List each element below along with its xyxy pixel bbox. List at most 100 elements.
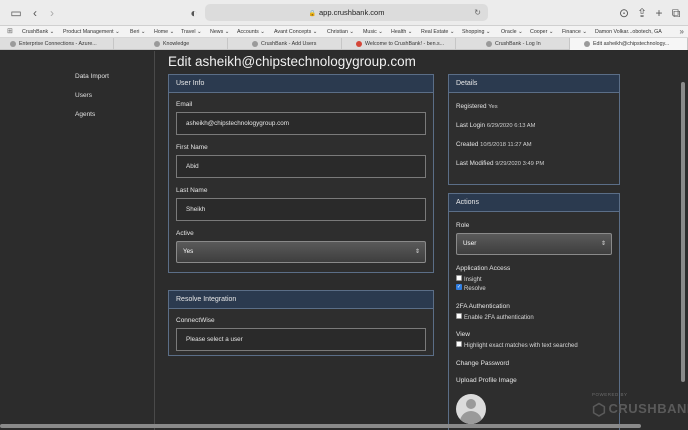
bookmark-real-estate[interactable]: Real Estate ⌄	[421, 27, 454, 37]
sidebar-item-agents[interactable]: Agents	[75, 111, 95, 118]
share-icon[interactable]: ⇪	[635, 6, 649, 20]
bookmark-crushbank[interactable]: CrushBank ⌄	[22, 27, 54, 37]
tab-favicon	[154, 40, 160, 47]
enable-2fa-row[interactable]: Enable 2FA authentication	[456, 313, 534, 322]
user-info-heading: User Info	[169, 75, 433, 93]
upload-profile-image-link[interactable]: Upload Profile Image	[456, 377, 517, 384]
url-text: app.crushbank.com	[319, 8, 385, 17]
active-select-value: Yes	[183, 248, 194, 255]
detail-last-modified: Last Modified 9/29/2020 3:49 PM	[456, 160, 545, 167]
details-heading: Details	[449, 75, 619, 93]
tab-edit-user[interactable]: Edit asheikh@chipstechnology...	[570, 38, 688, 50]
powered-by-text: POWERED BY	[592, 392, 628, 397]
highlight-matches-checkbox[interactable]	[456, 341, 462, 348]
reload-icon[interactable]: ↻	[474, 4, 481, 21]
bookmark-oracle[interactable]: Oracle ⌄	[501, 27, 523, 37]
connectwise-label: ConnectWise	[176, 317, 215, 324]
details-panel: Details Registered Yes Last Login 6/29/2…	[448, 74, 620, 185]
tab-overview-icon[interactable]: ⧉	[669, 6, 683, 20]
sidebar-toggle-icon[interactable]: ▭	[9, 6, 23, 20]
role-select[interactable]: User ⇕	[456, 233, 612, 255]
user-info-panel: User Info Email asheikh@chipstechnologyg…	[168, 74, 434, 273]
tab-login[interactable]: CrushBank - Log In	[456, 38, 570, 50]
bookmark-cooper[interactable]: Cooper ⌄	[530, 27, 553, 37]
first-name-label: First Name	[176, 144, 208, 151]
resolve-integration-heading: Resolve Integration	[169, 291, 433, 309]
tab-bar: Enterprise Connections - Azure... Knowle…	[0, 38, 688, 50]
crushbank-hex-icon: ⬡	[592, 402, 607, 419]
actions-heading: Actions	[449, 194, 619, 212]
active-select[interactable]: Yes ⇕	[176, 241, 426, 263]
bookmark-music[interactable]: Music ⌄	[363, 27, 383, 37]
downloads-icon[interactable]: ⊙	[617, 6, 631, 20]
email-label: Email	[176, 101, 193, 108]
select-arrows-icon: ⇕	[414, 249, 420, 255]
avatar-body-shape	[460, 411, 482, 424]
app-content: Data Import Users Agents Edit asheikh@ch…	[0, 51, 688, 430]
bookmark-finance[interactable]: Finance ⌄	[562, 27, 587, 37]
bookmark-christian[interactable]: Christian ⌄	[327, 27, 354, 37]
view-label: View	[456, 331, 470, 338]
application-access-label: Application Access	[456, 265, 511, 272]
crushbank-logo: ⬡ CRUSHBANK	[592, 401, 688, 419]
bookmark-damon[interactable]: Damon Volkar...obotech, GA	[595, 27, 662, 37]
change-password-link[interactable]: Change Password	[456, 360, 509, 367]
tab-favicon	[10, 40, 16, 47]
bookmarks-overflow-icon[interactable]: »	[680, 26, 684, 38]
email-field[interactable]: asheikh@chipstechnologygroup.com	[176, 112, 426, 135]
tab-enterprise-connections[interactable]: Enterprise Connections - Azure...	[0, 38, 114, 50]
new-tab-icon[interactable]: +	[652, 6, 666, 20]
connectwise-select[interactable]: Please select a user	[176, 328, 426, 351]
detail-last-login: Last Login 6/29/2020 6:13 AM	[456, 122, 536, 129]
tab-knowledge[interactable]: Knowledge	[114, 38, 228, 50]
horizontal-scrollbar[interactable]	[0, 424, 641, 428]
bookmarks-bar: ⊞ CrushBank ⌄ Product Management ⌄ Beri …	[0, 26, 688, 38]
highlight-matches-row[interactable]: Highlight exact matches with text search…	[456, 341, 578, 350]
twofa-label: 2FA Authentication	[456, 303, 510, 310]
page-title: Edit asheikh@chipstechnologygroup.com	[168, 54, 416, 69]
vertical-scrollbar[interactable]	[681, 82, 685, 382]
bookmark-shopping[interactable]: Shopping ⌄	[462, 27, 490, 37]
last-name-field[interactable]: Sheikh	[176, 198, 426, 221]
resolve-checkbox[interactable]: ✓	[456, 284, 462, 291]
avatar-head-shape	[466, 399, 476, 409]
back-icon[interactable]: ‹	[28, 6, 42, 20]
browser-toolbar: ▭ ‹ › ◐ 🔒 app.crushbank.com ↻ ⊙ ⇪ + ⧉	[0, 0, 688, 26]
bookmarks-grid-icon[interactable]: ⊞	[7, 27, 13, 37]
last-name-label: Last Name	[176, 187, 208, 194]
bookmark-beri[interactable]: Beri ⌄	[130, 27, 145, 37]
privacy-shield-icon[interactable]: ◐	[187, 6, 201, 20]
bookmark-news[interactable]: News ⌄	[210, 27, 229, 37]
bookmark-home[interactable]: Home ⌄	[154, 27, 174, 37]
bookmark-health[interactable]: Health ⌄	[391, 27, 412, 37]
insight-checkbox[interactable]	[456, 275, 462, 282]
forward-icon[interactable]: ›	[45, 6, 59, 20]
resolve-integration-panel: Resolve Integration ConnectWise Please s…	[168, 290, 434, 356]
tab-welcome[interactable]: Welcome to CrushBank! - ben.s...	[342, 38, 456, 50]
resolve-checkbox-row[interactable]: ✓ Resolve	[456, 284, 486, 293]
first-name-field[interactable]: Abid	[176, 155, 426, 178]
lock-icon: 🔒	[308, 11, 317, 17]
bookmark-avant-concepts[interactable]: Avant Concepts ⌄	[274, 27, 317, 37]
tab-favicon	[356, 40, 362, 47]
enable-2fa-checkbox[interactable]	[456, 313, 462, 320]
active-label: Active	[176, 230, 194, 237]
bookmark-accounts[interactable]: Accounts ⌄	[237, 27, 265, 37]
tab-favicon	[252, 40, 258, 47]
insight-checkbox-row[interactable]: Insight	[456, 275, 482, 284]
role-label: Role	[456, 222, 470, 229]
bookmark-product-management[interactable]: Product Management ⌄	[63, 27, 120, 37]
role-select-value: User	[463, 240, 477, 247]
tab-favicon	[486, 40, 492, 47]
sidebar-divider	[154, 51, 155, 430]
avatar[interactable]	[456, 394, 486, 424]
address-bar[interactable]: 🔒 app.crushbank.com ↻	[205, 4, 488, 21]
sidebar-item-users[interactable]: Users	[75, 92, 92, 99]
select-arrows-icon: ⇕	[600, 241, 606, 247]
tab-add-users[interactable]: CrushBank - Add Users	[228, 38, 342, 50]
detail-registered: Registered Yes	[456, 103, 498, 110]
bookmark-travel[interactable]: Travel ⌄	[181, 27, 201, 37]
sidebar-item-data-import[interactable]: Data Import	[75, 73, 109, 80]
tab-favicon	[584, 40, 590, 47]
detail-created: Created 10/5/2018 11:27 AM	[456, 141, 532, 148]
